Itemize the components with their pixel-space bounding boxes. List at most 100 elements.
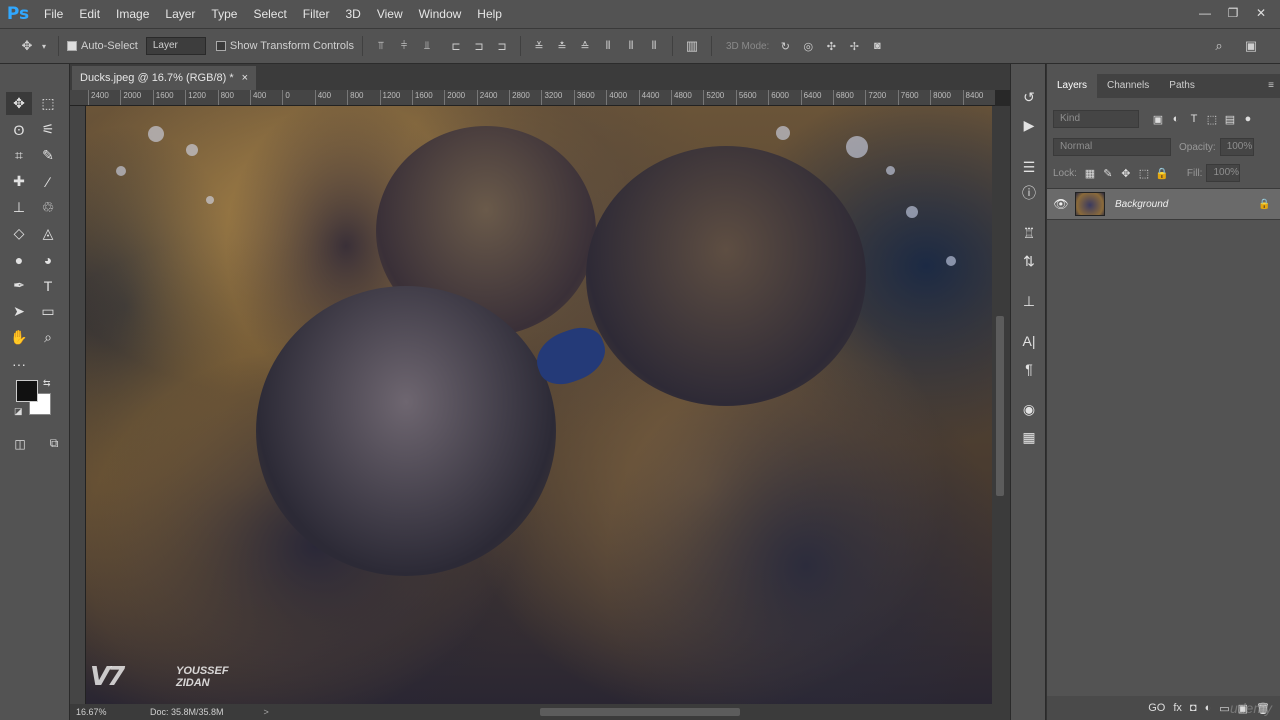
lock-image-icon[interactable]: ✎	[1099, 164, 1117, 182]
filter-smart-object-icon[interactable]: ▤	[1221, 110, 1239, 128]
align-top-icon[interactable]: ⫪	[371, 35, 391, 57]
restore-icon[interactable]: ❐	[1222, 2, 1244, 24]
menu-window[interactable]: Window	[411, 0, 470, 28]
crop-tool-icon[interactable]: ⌗	[6, 144, 32, 167]
vertical-scroll-thumb[interactable]	[996, 316, 1004, 496]
zoom-level[interactable]: 16.67%	[70, 707, 120, 717]
brush-panel-icon[interactable]: ♖	[1017, 222, 1041, 244]
tab-channels[interactable]: Channels	[1097, 74, 1159, 98]
distribute-bottom-icon[interactable]: ≙	[575, 35, 595, 57]
blend-mode-select[interactable]: Normal	[1053, 138, 1171, 156]
magic-wand-tool-icon[interactable]: ⚟	[35, 118, 61, 141]
tab-layers[interactable]: Layers	[1047, 74, 1098, 98]
panel-menu-icon[interactable]: ≡	[1268, 80, 1274, 91]
3d-scale-icon[interactable]: ◙	[867, 35, 887, 57]
horizontal-scroll-thumb[interactable]	[540, 708, 740, 716]
clone-stamp-tool-icon[interactable]: ⊥	[6, 196, 32, 219]
path-selection-tool-icon[interactable]: ➤	[6, 300, 32, 323]
move-tool-icon[interactable]: ✥	[16, 35, 38, 57]
paint-bucket-tool-icon[interactable]: ◬	[35, 222, 61, 245]
tab-paths[interactable]: Paths	[1159, 74, 1205, 98]
search-icon[interactable]: ⌕	[1208, 35, 1230, 57]
foreground-color[interactable]	[16, 380, 38, 402]
clone-source-icon[interactable]: ⊥	[1017, 290, 1041, 312]
transform-controls-checkbox[interactable]: Show Transform Controls	[215, 40, 354, 52]
history-panel-icon[interactable]: ↺	[1017, 86, 1041, 108]
3d-panel-icon[interactable]: ◉	[1017, 398, 1041, 420]
layer-row-background[interactable]: 👁 Background 🔒	[1047, 188, 1280, 220]
adjustment-layer-icon[interactable]: ◐	[1205, 702, 1212, 714]
eraser-tool-icon[interactable]: ◇	[6, 222, 32, 245]
link-layers-icon[interactable]: GO	[1148, 702, 1165, 714]
close-icon[interactable]: ✕	[1250, 2, 1272, 24]
zoom-tool-icon[interactable]: ⌕	[35, 326, 61, 349]
pen-tool-icon[interactable]: ✒	[6, 274, 32, 297]
more-tools-icon[interactable]: ···	[6, 352, 32, 375]
layer-name[interactable]: Background	[1115, 199, 1258, 210]
3d-pan-icon[interactable]: ✣	[821, 35, 841, 57]
history-brush-tool-icon[interactable]: ♲	[35, 196, 61, 219]
swatches-panel-icon[interactable]: ▦	[1017, 426, 1041, 448]
3d-orbit-icon[interactable]: ↻	[775, 35, 795, 57]
distribute-right-icon[interactable]: ⦀	[644, 35, 664, 57]
menu-select[interactable]: Select	[245, 0, 294, 28]
blur-tool-icon[interactable]: ●	[6, 248, 32, 271]
hand-tool-icon[interactable]: ✋	[6, 326, 32, 349]
auto-select-checkbox[interactable]: Auto-Select	[67, 40, 138, 52]
filter-type-icon[interactable]: T	[1185, 110, 1203, 128]
document-tab[interactable]: Ducks.jpeg @ 16.7% (RGB/8) * ×	[72, 66, 257, 90]
menu-image[interactable]: Image	[108, 0, 157, 28]
type-tool-icon[interactable]: T	[35, 274, 61, 297]
filter-shape-icon[interactable]: ⬚	[1203, 110, 1221, 128]
lasso-tool-icon[interactable]: ʘ	[6, 118, 32, 141]
align-bottom-icon[interactable]: ⫫	[417, 35, 437, 57]
properties-panel-icon[interactable]: ☰	[1017, 156, 1041, 178]
default-colors-icon[interactable]: ◪	[14, 406, 23, 417]
swap-colors-icon[interactable]: ⇆	[43, 378, 51, 389]
layer-style-icon[interactable]: fx	[1173, 702, 1182, 714]
distribute-left-icon[interactable]: ⦀	[598, 35, 618, 57]
kind-filter-select[interactable]: Kind	[1053, 110, 1139, 128]
marquee-tool-icon[interactable]: ⬚	[35, 92, 61, 115]
brush-presets-icon[interactable]: ⇅	[1017, 250, 1041, 272]
menu-help[interactable]: Help	[469, 0, 510, 28]
filter-pixel-icon[interactable]: ▣	[1149, 110, 1167, 128]
menu-filter[interactable]: Filter	[295, 0, 338, 28]
auto-align-icon[interactable]: ▥	[681, 35, 703, 57]
workspace-icon[interactable]: ▣	[1240, 35, 1262, 57]
menu-3d[interactable]: 3D	[337, 0, 368, 28]
rectangle-tool-icon[interactable]: ▭	[35, 300, 61, 323]
align-vcenter-icon[interactable]: ⫩	[394, 35, 414, 57]
status-menu-arrow[interactable]: >	[224, 707, 269, 717]
align-left-icon[interactable]: ⊏	[446, 35, 466, 57]
align-right-icon[interactable]: ⊐	[492, 35, 512, 57]
image-canvas[interactable]	[86, 106, 992, 704]
minimize-icon[interactable]: —	[1194, 2, 1216, 24]
eyedropper-tool-icon[interactable]: ✎	[35, 144, 61, 167]
fill-input[interactable]: 100%	[1206, 164, 1241, 182]
menu-type[interactable]: Type	[203, 0, 245, 28]
distribute-hcenter-icon[interactable]: ⦀	[621, 35, 641, 57]
lock-all-icon[interactable]: 🔒	[1153, 164, 1171, 182]
distribute-vcenter-icon[interactable]: ≛	[552, 35, 572, 57]
filter-adjustment-icon[interactable]: ◐	[1167, 110, 1185, 128]
paragraph-panel-icon[interactable]: ¶	[1017, 358, 1041, 380]
actions-panel-icon[interactable]: ▶	[1017, 114, 1041, 136]
move-tool-icon[interactable]: ✥	[6, 92, 32, 115]
opacity-input[interactable]: 100%	[1219, 138, 1254, 156]
menu-file[interactable]: File	[36, 0, 71, 28]
screen-mode-icon[interactable]: ⧉	[44, 432, 64, 455]
brush-tool-icon[interactable]: ∕	[35, 170, 61, 193]
distribute-top-icon[interactable]: ≚	[529, 35, 549, 57]
menu-edit[interactable]: Edit	[71, 0, 108, 28]
menu-layer[interactable]: Layer	[157, 0, 203, 28]
lock-position-icon[interactable]: ✥	[1117, 164, 1135, 182]
3d-roll-icon[interactable]: ◎	[798, 35, 818, 57]
tool-preset-chevron-icon[interactable]: ▾	[38, 35, 50, 57]
quick-mask-icon[interactable]: ◫	[10, 432, 30, 455]
menu-view[interactable]: View	[369, 0, 411, 28]
3d-slide-icon[interactable]: ✢	[844, 35, 864, 57]
lock-artboard-icon[interactable]: ⬚	[1135, 164, 1153, 182]
auto-select-dropdown[interactable]: Layer	[145, 37, 206, 55]
healing-brush-tool-icon[interactable]: ✚	[6, 170, 32, 193]
